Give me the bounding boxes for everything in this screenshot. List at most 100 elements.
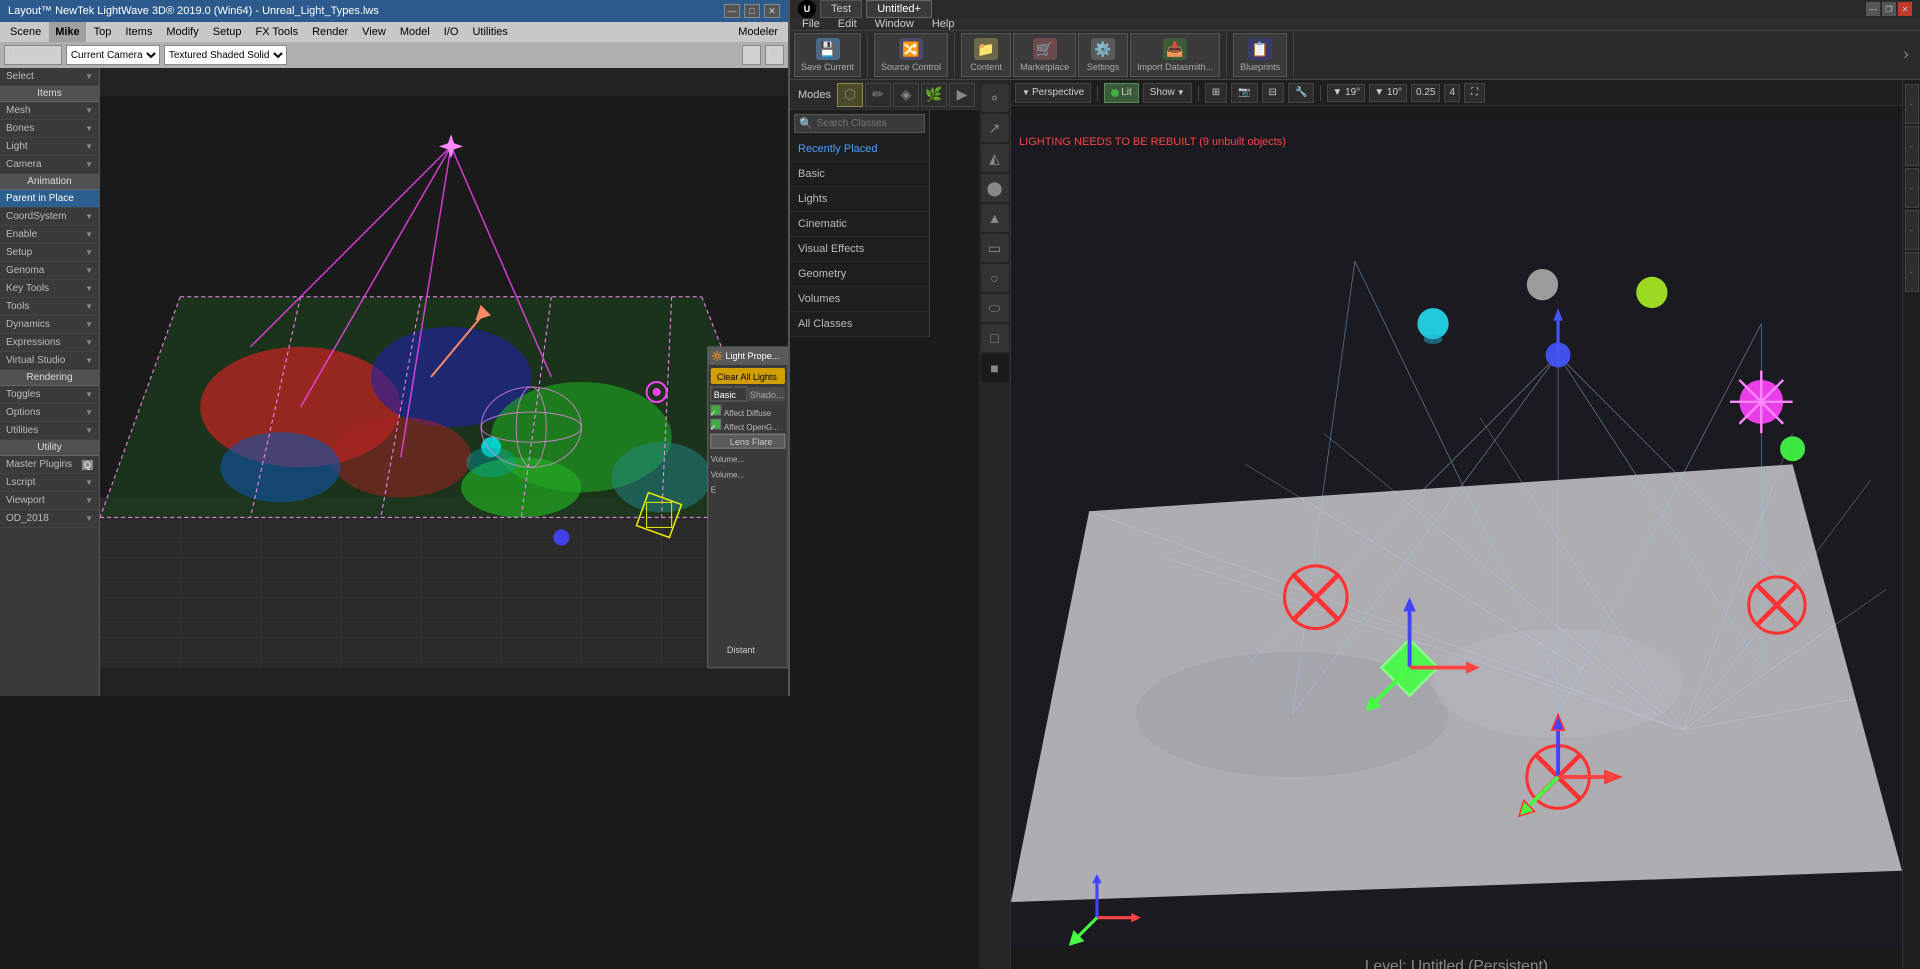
ue-content-btn[interactable]: 📁 Content [961, 33, 1011, 77]
ue-save-current-btn[interactable]: 💾 Save Current [794, 33, 861, 77]
ue-strip-sphere2[interactable]: ○ [981, 264, 1009, 292]
ue-menu-help[interactable]: Help [924, 18, 963, 30]
ue-vp-maximize-btn[interactable]: ⛶ [1464, 83, 1485, 103]
lw-close-btn[interactable]: ✕ [764, 4, 780, 18]
ue-strip-sphere[interactable]: ⚬ [981, 84, 1009, 112]
lw-sidebar-genoma[interactable]: Genoma▼ [0, 262, 99, 280]
lw-sidebar-viewport[interactable]: Viewport▼ [0, 492, 99, 510]
ue-place-lights[interactable]: Lights [790, 187, 929, 212]
lw-menu-utilities[interactable]: Utilities [466, 22, 513, 42]
ue-toolbar-expand-btn[interactable]: › [1896, 33, 1916, 77]
lw-sidebar-setup[interactable]: Setup▼ [0, 244, 99, 262]
ue-menu-file[interactable]: File [794, 18, 828, 30]
lw-sidebar-parent-in-place[interactable]: Parent in Place [0, 190, 99, 208]
ue-mode-geometry[interactable]: ▶ [949, 83, 975, 107]
ue-vp-lit-btn[interactable]: Lit [1104, 83, 1139, 103]
lw-sidebar-options[interactable]: Options▼ [0, 404, 99, 422]
ue-edge-btn-5[interactable]: › [1905, 252, 1919, 292]
lw-grid-btn[interactable]: ▦ [765, 45, 784, 65]
ue-vp-grid-btn[interactable]: ⊟ [1262, 83, 1284, 103]
lw-menu-modify[interactable]: Modify [160, 22, 204, 42]
lw-menu-fxtools[interactable]: FX Tools [249, 22, 304, 42]
ue-minimize-btn[interactable]: — [1866, 2, 1880, 16]
lw-menu-view[interactable]: View [356, 22, 392, 42]
ue-strip-arrow[interactable]: ↗ [981, 114, 1009, 142]
lw-menu-modeler[interactable]: Modeler [732, 22, 784, 42]
ue-strip-plane[interactable]: ▭ [981, 234, 1009, 262]
lw-sidebar-mesh[interactable]: Mesh▼ [0, 102, 99, 120]
lw-menu-io[interactable]: I/O [438, 22, 465, 42]
lw-sidebar-bones[interactable]: Bones▼ [0, 120, 99, 138]
ue-place-visual-effects[interactable]: Visual Effects [790, 237, 929, 262]
lw-sidebar-utilities[interactable]: Utilities▼ [0, 422, 99, 440]
ue-viewport[interactable]: ▼ Perspective Lit Show ▼ ⊞ 📷 ⊟ 🔧 [1011, 80, 1902, 969]
ue-mode-paint[interactable]: ✏ [865, 83, 891, 107]
ue-place-geometry[interactable]: Geometry [790, 262, 929, 287]
ue-vp-angle1[interactable]: ▼ 19° [1327, 84, 1365, 102]
lw-sidebar-select[interactable]: Select▼ [0, 68, 99, 86]
ue-close-btn[interactable]: ✕ [1898, 2, 1912, 16]
lw-camera-select[interactable]: Current Camera [66, 45, 160, 65]
ue-menu-edit[interactable]: Edit [830, 18, 865, 30]
lw-menu-model[interactable]: Model [394, 22, 436, 42]
lw-sidebar-camera[interactable]: Camera▼ [0, 156, 99, 174]
ue-tab[interactable]: Untitled+ [866, 0, 932, 18]
ue-vp-camera-btn[interactable]: 📷 [1231, 83, 1257, 103]
lw-sidebar-coordsystem[interactable]: CoordSystem▼ [0, 208, 99, 226]
lw-load-save-btn[interactable]: Load/Save [4, 45, 62, 65]
ue-place-recently[interactable]: Recently Placed [790, 137, 929, 162]
lw-sidebar-master-plugins[interactable]: Master PluginsQ [0, 456, 99, 474]
lw-settings-btn[interactable]: ⚙ [742, 45, 761, 65]
ue-edge-btn-1[interactable]: › [1905, 84, 1919, 124]
ue-strip-cylinder[interactable]: ⬤ [981, 174, 1009, 202]
lw-sidebar-enable[interactable]: Enable▼ [0, 226, 99, 244]
ue-import-btn[interactable]: 📥 Import Datasmith... [1130, 33, 1220, 77]
ue-source-control-btn[interactable]: 🔀 Source Control [874, 33, 948, 77]
lw-menu-mike[interactable]: Mike [49, 22, 85, 42]
ue-place-volumes[interactable]: Volumes [790, 287, 929, 312]
lw-viewport[interactable]: 🔆 Light Prope... Clear All Lights Basic … [100, 68, 788, 696]
ue-search-input[interactable] [817, 118, 949, 129]
ue-vp-angle2[interactable]: ▼ 10° [1369, 84, 1407, 102]
ue-strip-tri[interactable]: ◭ [981, 144, 1009, 172]
ue-restore-btn[interactable]: ❐ [1882, 2, 1896, 16]
ue-place-basic[interactable]: Basic [790, 162, 929, 187]
lw-menu-render[interactable]: Render [306, 22, 354, 42]
lw-sidebar-dynamics[interactable]: Dynamics▼ [0, 316, 99, 334]
lw-menu-scene[interactable]: Scene [4, 22, 47, 42]
ue-edge-btn-4[interactable]: › [1905, 210, 1919, 250]
lw-sidebar-key-tools[interactable]: Key Tools▼ [0, 280, 99, 298]
ue-place-cinematic[interactable]: Cinematic [790, 212, 929, 237]
ue-blueprints-btn[interactable]: 📋 Blueprints [1233, 33, 1287, 77]
lw-sidebar-tools[interactable]: Tools▼ [0, 298, 99, 316]
ue-mode-select[interactable]: ⬡ [837, 83, 863, 107]
ue-mode-foliage[interactable]: 🌿 [921, 83, 947, 107]
lw-sidebar-light[interactable]: Light▼ [0, 138, 99, 156]
ue-mode-landscape[interactable]: ◈ [893, 83, 919, 107]
ue-vp-show-btn[interactable]: Show ▼ [1143, 83, 1192, 103]
ue-strip-cube[interactable]: □ [981, 324, 1009, 352]
ue-vp-options-btn[interactable]: ⊞ [1205, 83, 1227, 103]
ue-place-all-classes[interactable]: All Classes [790, 312, 929, 337]
ue-3d-viewport[interactable]: LIGHTING NEEDS TO BE REBUILT (9 unbuilt … [1011, 106, 1902, 969]
ue-settings-btn[interactable]: ⚙️ Settings [1078, 33, 1128, 77]
lw-menu-setup[interactable]: Setup [207, 22, 248, 42]
lw-sidebar-od2018[interactable]: OD_2018▼ [0, 510, 99, 528]
lw-sidebar-virtual-studio[interactable]: Virtual Studio▼ [0, 352, 99, 370]
ue-vp-perspective-btn[interactable]: ▼ Perspective [1015, 83, 1091, 103]
ue-marketplace-btn[interactable]: 🛒 Marketplace [1013, 33, 1076, 77]
ue-strip-capsule[interactable]: ⬭ [981, 294, 1009, 322]
lw-menu-top[interactable]: Top [88, 22, 118, 42]
ue-edge-btn-2[interactable]: › [1905, 126, 1919, 166]
lw-view-mode-select[interactable]: Textured Shaded Solid [164, 45, 287, 65]
ue-vp-speed[interactable]: 0.25 [1411, 84, 1440, 102]
ue-vp-scale[interactable]: 4 [1444, 84, 1460, 102]
lw-sidebar-toggles[interactable]: Toggles▼ [0, 386, 99, 404]
ue-strip-cone[interactable]: ▲ [981, 204, 1009, 232]
lw-menu-items[interactable]: Items [119, 22, 158, 42]
lw-sidebar-expressions[interactable]: Expressions▼ [0, 334, 99, 352]
lw-sidebar-lscript[interactable]: Lscript▼ [0, 474, 99, 492]
lw-maximize-btn[interactable]: □ [744, 4, 760, 18]
ue-menu-window[interactable]: Window [867, 18, 922, 30]
lw-minimize-btn[interactable]: — [724, 4, 740, 18]
